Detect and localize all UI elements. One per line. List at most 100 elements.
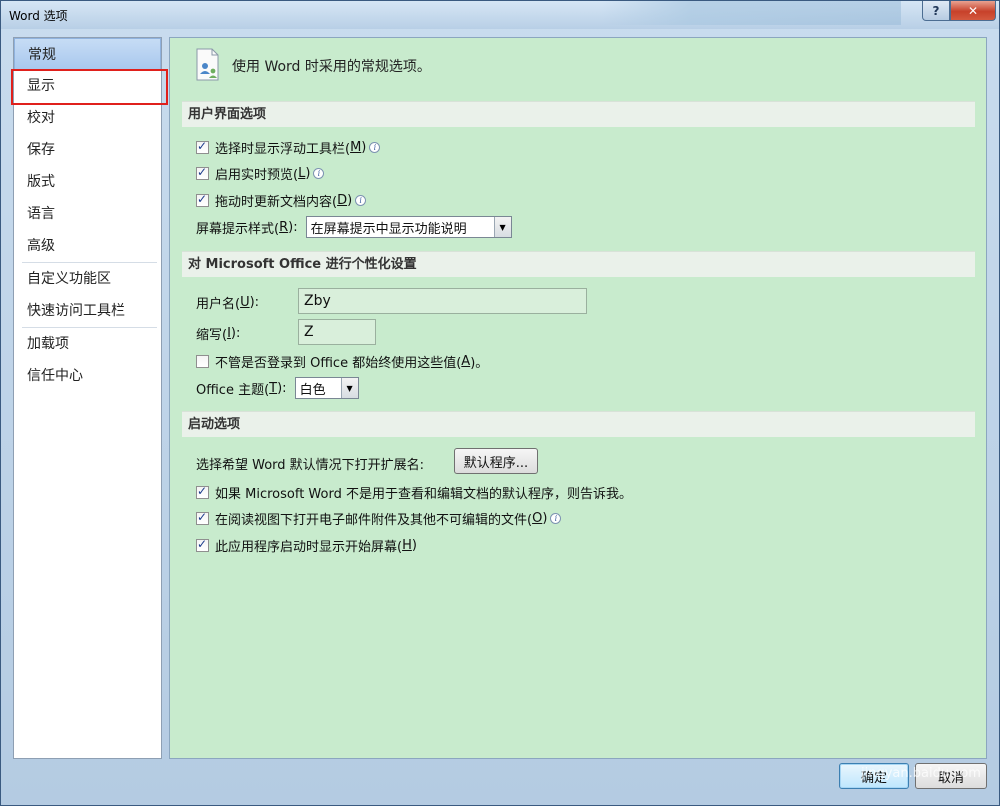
window-title: Word 选项 [9,9,68,23]
option-label: 拖动时更新文档内容( [215,195,338,210]
office-theme-label: Office 主题( [196,382,270,398]
sidebar-item-label: 加载项 [27,336,69,352]
default-programs-button[interactable]: 默认程序... [454,448,538,474]
accelerator-key: D [337,193,348,208]
help-button[interactable]: ? [922,1,950,21]
username-input[interactable]: Zby [298,288,587,314]
sidebar-item-label: 校对 [27,110,55,126]
screentip-style-label: 屏幕提示样式( [196,221,280,237]
sidebar-item-label: 信任中心 [27,368,83,384]
sidebar-item-addins[interactable]: 加载项 [14,328,161,360]
option-label-end: ) [361,140,367,155]
accelerator-key: A [461,354,471,369]
sidebar-item-language[interactable]: 语言 [14,198,161,230]
accelerator-key: L [298,166,306,181]
info-icon[interactable]: i [355,195,367,206]
office-theme-row: Office 主题(T): 白色 ▼ [196,377,359,399]
sidebar-item-quick-access-toolbar[interactable]: 快速访问工具栏 [14,295,161,327]
close-icon: ✕ [967,3,979,18]
label-end: ): [230,326,241,341]
option-update-on-drag[interactable]: 拖动时更新文档内容(D) i [196,191,367,210]
sidebar-item-layout[interactable]: 版式 [14,166,161,198]
option-open-attachments-reading-view[interactable]: 在阅读视图下打开电子邮件附件及其他不可编辑的文件(O) i [196,509,562,528]
select-value: 白色 [299,382,326,398]
option-label-end: ) [542,511,548,526]
title-bar: Word 选项 ? ✕ [1,1,999,29]
option-label: 启用实时预览( [215,168,299,183]
section-header-startup: 启动选项 [182,411,975,437]
option-label: 不管是否登录到 Office 都始终使用这些值( [215,356,462,371]
page-header: 使用 Word 时采用的常规选项。 [194,46,431,86]
option-show-start-screen[interactable]: 此应用程序启动时显示开始屏幕(H) [196,536,417,555]
sidebar-item-general[interactable]: 常规 [14,38,161,70]
sidebar-item-proofing[interactable]: 校对 [14,102,161,134]
update-on-drag-checkbox[interactable] [196,192,209,207]
option-label: 此应用程序启动时显示开始屏幕( [215,540,403,555]
options-content-pane: 使用 Word 时采用的常规选项。 用户界面选项 选择时显示浮动工具栏(M) i… [169,37,987,759]
section-header-ui-options: 用户界面选项 [182,101,975,127]
option-label-end: ) [347,193,353,208]
option-label: 在阅读视图下打开电子邮件附件及其他不可编辑的文件( [215,513,533,528]
help-icon: ? [932,3,940,18]
label-end: ): [288,219,298,235]
close-button[interactable]: ✕ [950,1,996,21]
label-end: ): [277,380,287,396]
accelerator-key: R [279,219,289,235]
username-label-row: 用户名(U): [196,293,259,312]
screentip-style-select[interactable]: 在屏幕提示中显示功能说明 ▼ [305,216,512,238]
info-icon[interactable]: i [313,168,325,179]
red-highlight-annotation [11,69,168,105]
open-attachments-checkbox[interactable] [196,510,209,525]
office-theme-select[interactable]: 白色 ▼ [294,377,359,399]
sidebar-item-label: 快速访问工具栏 [27,303,125,319]
option-label-end: )。 [470,356,489,371]
live-preview-checkbox[interactable] [196,165,209,180]
option-label-end: ) [411,538,417,553]
option-label-end: ) [305,166,311,181]
accelerator-key: T [269,380,278,396]
info-icon[interactable]: i [369,142,381,153]
accelerator-key: O [532,511,543,526]
extension-label-row: 选择希望 Word 默认情况下打开扩展名: [196,454,424,473]
title-bar-ribbon-shadow [601,1,901,25]
option-tell-if-not-default[interactable]: 如果 Microsoft Word 不是用于查看和编辑文档的默认程序，则告诉我。 [196,483,632,502]
initials-input[interactable]: Z [298,319,376,345]
chevron-down-icon[interactable]: ▼ [340,378,358,398]
sidebar-item-save[interactable]: 保存 [14,134,161,166]
always-use-values-checkbox[interactable] [196,355,209,368]
accelerator-key: H [402,538,412,553]
sidebar-item-label: 版式 [27,174,55,190]
tell-if-not-default-checkbox[interactable] [196,484,209,499]
username-label: 用户名( [196,297,241,312]
options-sidebar: 常规 显示 校对 保存 版式 语言 高级 自定义功能区 快速访问工具栏 加载项 … [13,37,162,759]
chevron-down-icon[interactable]: ▼ [493,217,511,237]
sidebar-item-trust-center[interactable]: 信任中心 [14,360,161,392]
info-icon[interactable]: i [550,513,562,524]
section-header-personalize: 对 Microsoft Office 进行个性化设置 [182,251,975,277]
sidebar-item-advanced[interactable]: 高级 [14,230,161,262]
general-options-icon [194,46,224,86]
default-extensions-label: 选择希望 Word 默认情况下打开扩展名: [196,458,425,473]
sidebar-item-label: 高级 [27,238,55,254]
accelerator-key: U [240,295,250,310]
sidebar-item-label: 语言 [27,206,55,222]
accelerator-key: M [350,140,362,155]
show-start-screen-checkbox[interactable] [196,537,209,552]
select-value: 在屏幕提示中显示功能说明 [310,221,467,237]
option-label: 选择时显示浮动工具栏( [215,142,351,157]
option-label: 如果 Microsoft Word 不是用于查看和编辑文档的默认程序，则告诉我。 [215,487,632,502]
option-always-use-values[interactable]: 不管是否登录到 Office 都始终使用这些值(A)。 [196,352,488,371]
label-end: ): [249,295,260,310]
option-live-preview[interactable]: 启用实时预览(L) i [196,164,325,183]
watermark: jingyan.baidu.com [861,766,981,781]
sidebar-item-customize-ribbon[interactable]: 自定义功能区 [14,263,161,295]
sidebar-item-label: 保存 [27,142,55,158]
screentip-style-row: 屏幕提示样式(R): 在屏幕提示中显示功能说明 ▼ [196,216,512,238]
option-mini-toolbar[interactable]: 选择时显示浮动工具栏(M) i [196,138,381,157]
page-title: 使用 Word 时采用的常规选项。 [232,59,431,75]
word-options-dialog: Word 选项 ? ✕ 常规 显示 校对 保存 版式 语言 高级 自定义功能区 … [0,0,1000,806]
initials-label-row: 缩写(I): [196,324,240,343]
mini-toolbar-checkbox[interactable] [196,139,209,154]
initials-label: 缩写( [196,328,228,343]
sidebar-item-label: 常规 [28,47,56,63]
